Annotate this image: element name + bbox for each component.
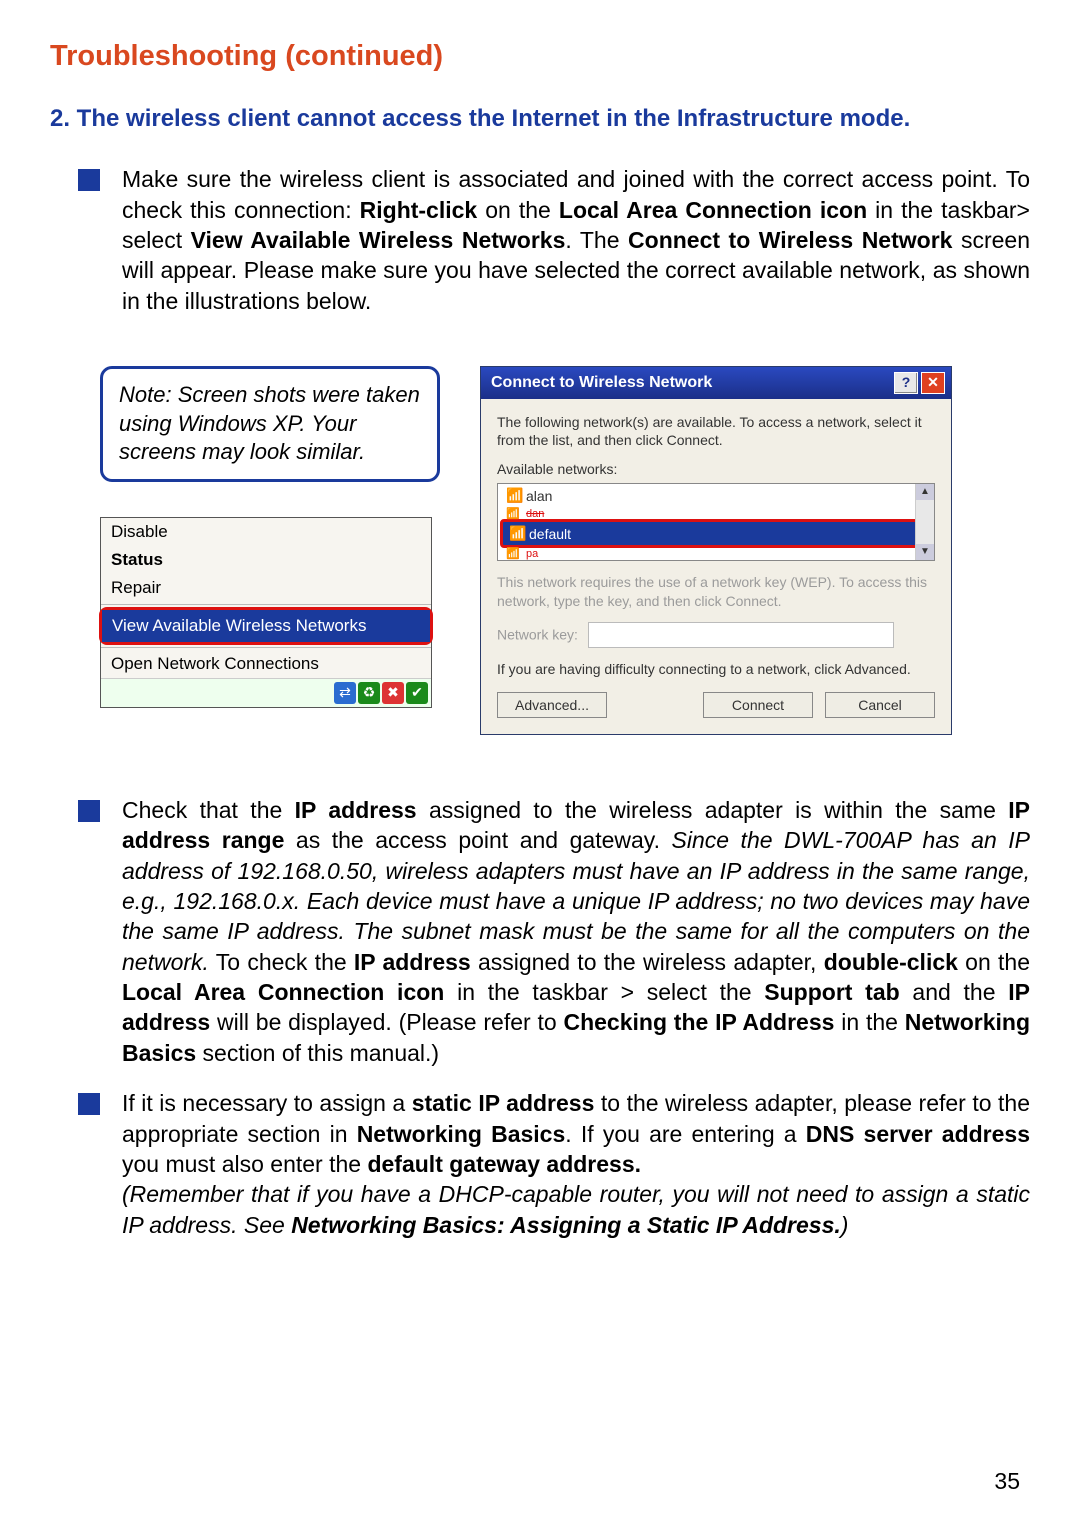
cancel-button[interactable]: Cancel	[825, 692, 935, 718]
network-name: default	[529, 526, 571, 542]
highlight-callout: View Available Wireless Networks	[99, 607, 433, 645]
bold: double-click	[824, 949, 958, 975]
available-networks-label: Available networks:	[497, 461, 935, 477]
text: assigned to the wireless adapter,	[471, 949, 824, 975]
text: as the access point and gateway.	[284, 827, 671, 853]
network-name: dan	[526, 508, 544, 520]
left-column: Note: Screen shots were taken using Wind…	[100, 366, 440, 708]
bold: DNS server address	[806, 1121, 1030, 1147]
antenna-icon: 📶	[506, 507, 516, 520]
text: will be displayed. (Please refer to	[210, 1009, 563, 1035]
tray-icon[interactable]: ♻	[358, 682, 380, 704]
bullet-1-text: Make sure the wireless client is associa…	[122, 164, 1030, 316]
italic: )	[841, 1212, 849, 1238]
bullet-3-text: If it is necessary to assign a static IP…	[122, 1088, 1030, 1240]
text: in the taskbar > select the	[444, 979, 764, 1005]
network-item-default-selected[interactable]: 📶 default	[500, 519, 932, 548]
dialog-button-row: Advanced... Connect Cancel	[497, 692, 935, 718]
separator	[101, 647, 431, 648]
network-listbox[interactable]: 📶 alan 📶 dan 📶 default 📶 pa ▲ ▼	[497, 483, 935, 561]
bullet-3: If it is necessary to assign a static IP…	[50, 1088, 1030, 1240]
network-name: pa	[526, 548, 538, 560]
bullet-square-icon	[78, 1093, 100, 1115]
bullet-square-icon	[78, 800, 100, 822]
text: . If you are entering a	[565, 1121, 806, 1147]
text: assigned to the wireless adapter is with…	[417, 797, 1009, 823]
text: section of this manual.)	[196, 1040, 439, 1066]
close-button[interactable]: ✕	[921, 372, 945, 394]
text: If it is necessary to assign a	[122, 1090, 412, 1116]
scrollbar[interactable]: ▲ ▼	[915, 484, 934, 560]
network-key-input[interactable]	[588, 622, 894, 648]
text: . The	[565, 227, 628, 253]
bold: View Available Wireless Networks	[191, 227, 566, 253]
connect-button[interactable]: Connect	[703, 692, 813, 718]
context-menu-item-status[interactable]: Status	[101, 546, 431, 574]
text: Check that the	[122, 797, 295, 823]
bold: Support tab	[764, 979, 899, 1005]
manual-page: Troubleshooting (continued) 2. The wirel…	[0, 0, 1080, 1529]
antenna-icon: 📶	[509, 525, 519, 542]
advanced-hint: If you are having difficulty connecting …	[497, 660, 935, 678]
bullet-2-text: Check that the IP address assigned to th…	[122, 795, 1030, 1068]
text: To check the	[209, 949, 354, 975]
connect-wireless-dialog: Connect to Wireless Network ? ✕ The foll…	[480, 366, 952, 735]
context-menu-item-view-networks[interactable]: View Available Wireless Networks	[102, 610, 430, 642]
context-menu-item-repair[interactable]: Repair	[101, 574, 431, 602]
bold: IP address	[295, 797, 417, 823]
system-tray: ⇄ ♻ ✖ ✔	[101, 678, 431, 707]
network-tray-icon[interactable]: ⇄	[334, 682, 356, 704]
dialog-intro: The following network(s) are available. …	[497, 413, 935, 449]
page-number: 35	[994, 1468, 1020, 1495]
scroll-up-icon[interactable]: ▲	[916, 484, 934, 500]
bold: static IP address	[412, 1090, 595, 1116]
note-box: Note: Screen shots were taken using Wind…	[100, 366, 440, 482]
network-item-alan[interactable]: 📶 alan	[498, 484, 934, 507]
bold: IP address	[354, 949, 471, 975]
text: on the	[958, 949, 1030, 975]
separator	[101, 604, 431, 605]
context-menu: Disable Status Repair View Available Wir…	[100, 517, 432, 708]
network-key-label: Network key:	[497, 626, 578, 642]
text: in the	[834, 1009, 904, 1035]
context-menu-item-open-connections[interactable]: Open Network Connections	[101, 650, 431, 678]
tray-icon[interactable]: ✖	[382, 682, 404, 704]
bold: Right-click	[360, 197, 478, 223]
dialog-body: The following network(s) are available. …	[481, 399, 951, 734]
antenna-icon: 📶	[506, 547, 516, 560]
tray-icon[interactable]: ✔	[406, 682, 428, 704]
bold: Networking Basics	[357, 1121, 566, 1147]
dialog-title-text: Connect to Wireless Network	[491, 374, 712, 392]
bold: Connect to Wireless Network	[628, 227, 952, 253]
network-key-row: Network key:	[497, 622, 935, 648]
figure-row: Note: Screen shots were taken using Wind…	[100, 366, 1030, 735]
bold: Checking the IP Address	[563, 1009, 834, 1035]
bullet-1: Make sure the wireless client is associa…	[50, 164, 1030, 316]
advanced-button[interactable]: Advanced...	[497, 692, 607, 718]
section-heading: 2. The wireless client cannot access the…	[50, 103, 1030, 134]
text: and the	[900, 979, 1009, 1005]
help-button[interactable]: ?	[894, 372, 918, 394]
bold: Local Area Connection icon	[559, 197, 867, 223]
network-name: alan	[526, 488, 552, 504]
network-item-pa[interactable]: 📶 pa	[498, 547, 934, 560]
bullet-square-icon	[78, 169, 100, 191]
scroll-down-icon[interactable]: ▼	[916, 544, 934, 560]
antenna-icon: 📶	[506, 487, 516, 504]
dialog-titlebar: Connect to Wireless Network ? ✕	[481, 367, 951, 399]
text: you must also enter the	[122, 1151, 367, 1177]
context-menu-item-disable[interactable]: Disable	[101, 518, 431, 546]
bold: default gateway address.	[367, 1151, 641, 1177]
bullet-2: Check that the IP address assigned to th…	[50, 795, 1030, 1068]
wep-requirement-text: This network requires the use of a netwo…	[497, 573, 935, 609]
bold: Local Area Connection icon	[122, 979, 444, 1005]
page-title: Troubleshooting (continued)	[50, 40, 1030, 73]
italic-bold: Networking Basics: Assigning a Static IP…	[291, 1212, 841, 1238]
text: on the	[477, 197, 559, 223]
